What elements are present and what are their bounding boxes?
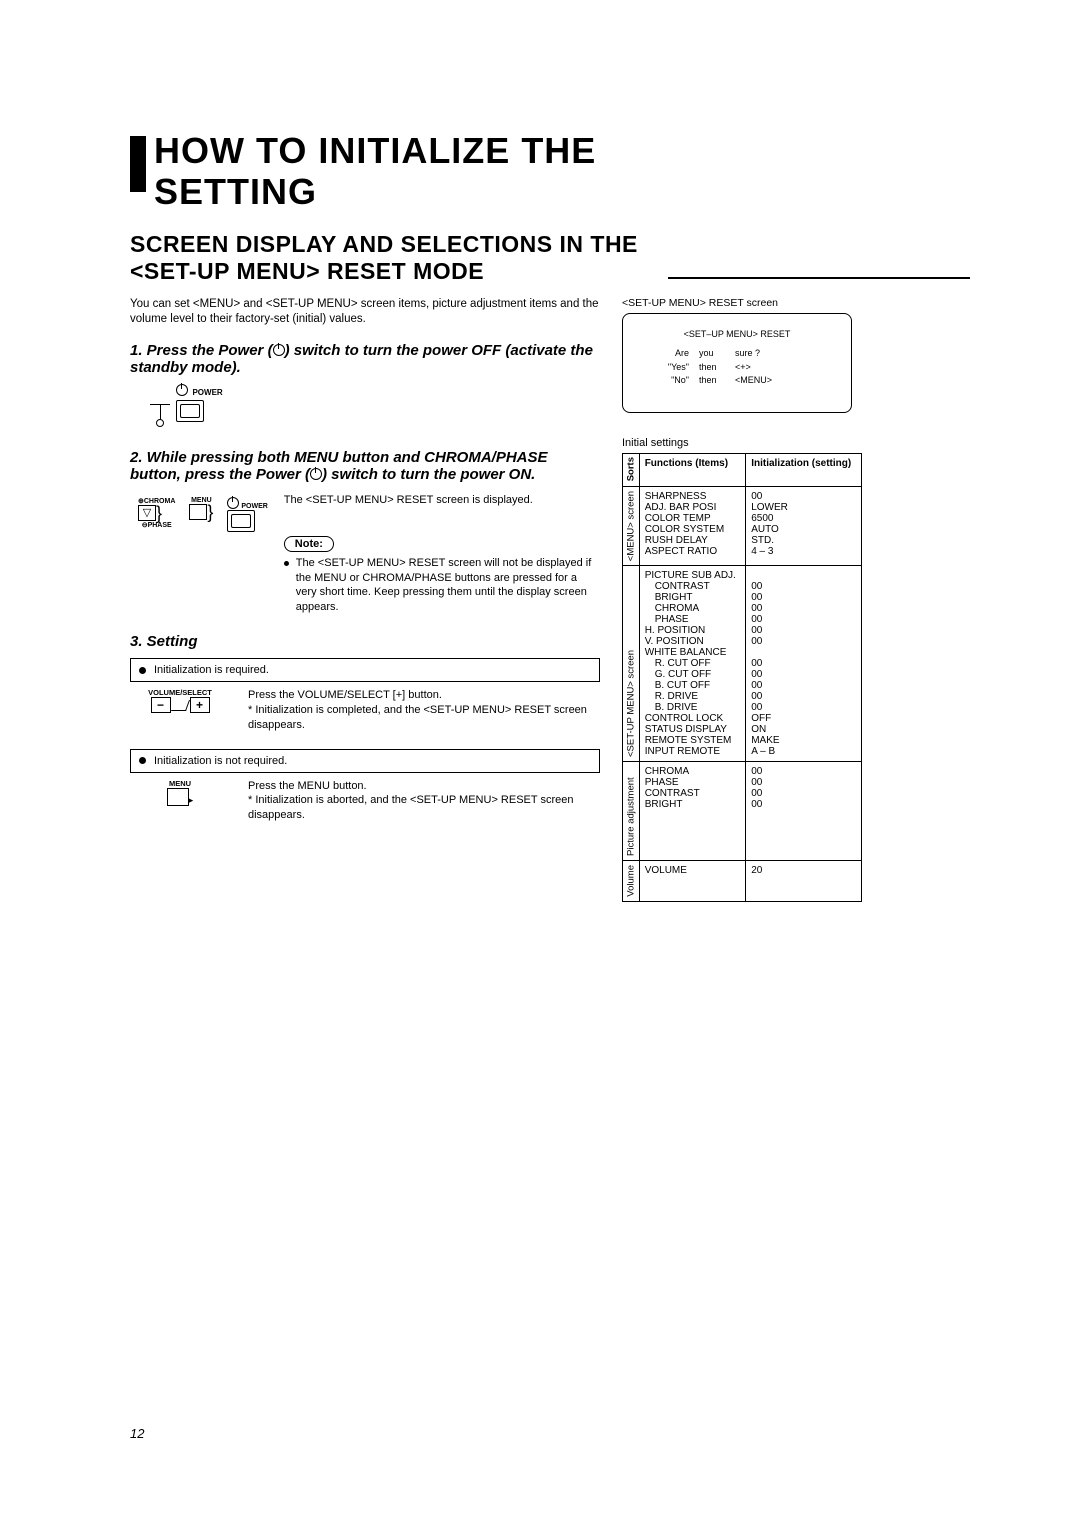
- subtitle-line2: <SET-UP MENU> RESET MODE: [130, 258, 638, 285]
- subtitle-rule: [668, 277, 970, 279]
- volume-select-label: VOLUME/SELECT: [130, 688, 230, 697]
- group-picture-adj: Picture adjustment: [623, 762, 640, 861]
- g1-vals: 00 LOWER 6500 AUTO STD. 4 – 3: [746, 487, 862, 566]
- group-volume: Volume: [623, 861, 640, 902]
- title-line2: SETTING: [154, 171, 596, 212]
- th-init: Initialization (setting): [746, 453, 862, 486]
- screen-word: Are: [659, 347, 689, 361]
- intro-text: You can set <MENU> and <SET-UP MENU> scr…: [130, 297, 600, 328]
- step1-diagram: POWER: [150, 382, 600, 427]
- g2-vals: 00 00 00 00 00 00 00 00 00 00 00 OFF ON …: [746, 566, 862, 762]
- initial-settings-table: Sorts Functions (Items) Initialization (…: [622, 453, 862, 902]
- note-body: The <SET-UP MENU> RESET screen will not …: [284, 556, 600, 615]
- volume-select-diagram: VOLUME/SELECT − +: [130, 688, 230, 713]
- g4-vals: 20: [746, 861, 862, 902]
- section-title: HOW TO INITIALIZE THE SETTING: [130, 130, 970, 213]
- init-required-label: Initialization is required.: [154, 664, 269, 676]
- power-label: POWER: [241, 503, 267, 510]
- screen-word: "Yes": [659, 361, 689, 375]
- init-required-box: Initialization is required.: [130, 658, 600, 682]
- step2-heading: 2. While pressing both MENU button and C…: [130, 449, 600, 483]
- screen-word: "No": [659, 374, 689, 388]
- th-sorts: Sorts: [623, 453, 640, 486]
- power-label: POWER: [192, 388, 222, 397]
- g4-items: VOLUME: [639, 861, 746, 902]
- init-not-required-text1: Press the MENU button.: [248, 779, 600, 794]
- init-required-text2: * Initialization is completed, and the <…: [248, 703, 600, 733]
- note-label: Note:: [284, 536, 334, 552]
- menu-button-diagram: MENU ▸: [130, 779, 230, 806]
- bullet-icon: [139, 667, 146, 674]
- screen-word: you: [699, 347, 725, 361]
- group-menu-screen: <MENU> screen: [623, 487, 640, 566]
- menu-label: MENU: [130, 779, 230, 788]
- g3-vals: 00 00 00 00: [746, 762, 862, 861]
- th-functions: Functions (Items): [639, 453, 746, 486]
- tv-icon: [176, 400, 204, 422]
- tv-icon: [227, 510, 255, 532]
- screen-word: then: [699, 374, 725, 388]
- screen-word: sure ?: [735, 347, 760, 361]
- g1-items: SHARPNESS ADJ. BAR POSI COLOR TEMP COLOR…: [639, 487, 746, 566]
- reset-screen-caption: <SET-UP MENU> RESET screen: [622, 297, 872, 309]
- reset-screen-preview: <SET–UP MENU> RESET Areyou sure ? "Yes" th…: [622, 313, 852, 413]
- reset-screen-heading: <SET–UP MENU> RESET: [641, 328, 833, 342]
- power-icon: [227, 497, 239, 509]
- step2-diagram: ⊕CHROMA ▽} ⊖PHASE MENU } POWER: [138, 493, 268, 537]
- init-not-required-text2: * Initialization is aborted, and the <SE…: [248, 793, 600, 823]
- screen-word: then: [699, 361, 725, 375]
- power-icon: [310, 468, 322, 480]
- init-not-required-label: Initialization is not required.: [154, 755, 287, 767]
- title-marker: [130, 136, 146, 192]
- screen-word: <MENU>: [735, 374, 772, 388]
- g3-items: CHROMA PHASE CONTRAST BRIGHT: [639, 762, 746, 861]
- step1-heading: 1. Press the Power () switch to turn the…: [130, 342, 600, 376]
- screen-word: <+>: [735, 361, 751, 375]
- title-line1: HOW TO INITIALIZE THE: [154, 130, 596, 171]
- init-not-required-box: Initialization is not required.: [130, 749, 600, 773]
- page-number: 12: [130, 1426, 144, 1441]
- init-required-text1: Press the VOLUME/SELECT [+] button.: [248, 688, 600, 703]
- initial-settings-title: Initial settings: [622, 437, 872, 449]
- group-setup-menu-screen: <SET-UP MENU> screen: [623, 566, 640, 762]
- subtitle-line1: SCREEN DISPLAY AND SELECTIONS IN THE: [130, 231, 638, 258]
- power-icon: [176, 384, 188, 396]
- step3-heading: 3. Setting: [130, 633, 600, 650]
- step2-sub: The <SET-UP MENU> RESET screen is displa…: [284, 493, 600, 508]
- phase-label: PHASE: [148, 522, 172, 529]
- g2-items: PICTURE SUB ADJ. CONTRAST BRIGHT CHROMA …: [639, 566, 746, 762]
- bullet-icon: [139, 757, 146, 764]
- power-icon: [273, 344, 285, 356]
